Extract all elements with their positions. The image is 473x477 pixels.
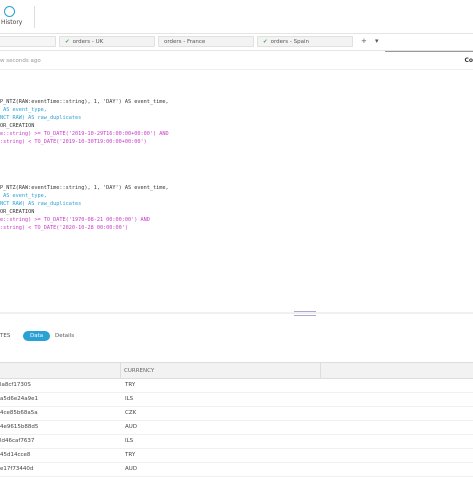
tab-details[interactable]: Details [55,331,74,341]
column-divider[interactable] [120,363,121,378]
status-bar: w seconds ago Co [0,52,473,70]
history-label[interactable]: History [1,19,22,26]
code-line: NCT RAW) AS raw_duplicates [0,201,82,207]
cell-id: la8cf1730S [0,382,31,388]
pane-splitter[interactable] [0,312,473,314]
sql-block-2[interactable]: P_NTZ(RAW:eventTime::string), 1, 'DAY') … [0,184,169,232]
table-row[interactable]: 45d14cce8 TRY [0,448,473,463]
column-header-currency[interactable]: CURRENCY [124,368,154,374]
cell-currency: CZK [125,410,137,416]
cell-id: ld46caf7637 [0,438,35,444]
table-row[interactable]: la8cf1730S TRY [0,378,473,393]
cell-currency: ILS [125,438,134,444]
tab-tes[interactable]: TES [0,331,10,341]
column-divider[interactable] [320,363,321,378]
cell-currency: ILS [125,396,134,402]
table-row[interactable]: e17f73440d AUD [0,462,473,477]
cell-id: 4e9615b88d5 [0,424,39,430]
cell-currency: AUD [125,424,138,430]
cell-id: e17f73440d [0,466,34,472]
code-line: :string) < TO_DATE('2019-10-30T19:00:00+… [0,139,147,145]
code-line: P_NTZ(RAW:eventTime::string), 1, 'DAY') … [0,99,169,105]
cell-id: 4ce85b68a5a [0,410,38,416]
code-line: NCT RAW) AS raw_duplicates [0,115,82,121]
code-line: AS event_type, [0,193,47,199]
check-icon: ✔ [65,39,70,45]
last-run-text: w seconds ago [0,58,41,64]
code-line: P_NTZ(RAW:eventTime::string), 1, 'DAY') … [0,185,169,191]
code-line: :string) < TO_DATE('2020-10-28 00:00:00'… [0,225,129,231]
result-tabs: TES Data Details [0,329,473,343]
history-icon[interactable] [4,6,15,17]
cell-currency: AUD [125,466,138,472]
code-line: AS event_type, [0,107,47,113]
splitter-grip-icon[interactable] [294,311,316,316]
check-icon: ✔ [263,39,268,45]
tab-data[interactable]: Data [23,331,51,341]
code-line: e::string) >= TO_DATE('2019-10-29T16:00:… [0,131,169,137]
top-toolbar: History [0,0,473,34]
cell-id: a5d6e24a9e1 [0,396,38,402]
code-line: OR_CREATION [0,123,35,129]
sql-block-1[interactable]: P_NTZ(RAW:eventTime::string), 1, 'DAY') … [0,98,169,146]
cell-currency: TRY [125,452,136,458]
tab-orders-france[interactable]: orders - France [158,36,254,47]
table-header: CURRENCY [0,362,473,379]
tab-orders-spain[interactable]: ✔ orders - Spain [257,36,353,47]
tab-orders-uk[interactable]: ✔ orders - UK [59,36,155,47]
tab-menu-button[interactable]: ▾ [375,36,379,47]
table-row[interactable]: ld46caf7637 ILS [0,434,473,449]
context-button[interactable]: Co [464,57,473,64]
code-line: e::string) >= TO_DATE('1970-08-21 00:00:… [0,217,150,223]
worksheet-tabs: ✔ orders - UK orders - France ✔ orders - S… [0,34,473,51]
cell-id: 45d14cce8 [0,452,31,458]
tab-current[interactable] [0,36,56,47]
table-row[interactable]: 4e9615b88d5 AUD [0,420,473,435]
add-tab-button[interactable]: + [361,36,367,47]
table-row[interactable]: 4ce85b68a5a CZK [0,406,473,421]
cell-currency: TRY [125,382,136,388]
toolbar-divider [34,6,35,28]
code-line: OR_CREATION [0,209,35,215]
table-row[interactable]: a5d6e24a9e1 ILS [0,392,473,407]
